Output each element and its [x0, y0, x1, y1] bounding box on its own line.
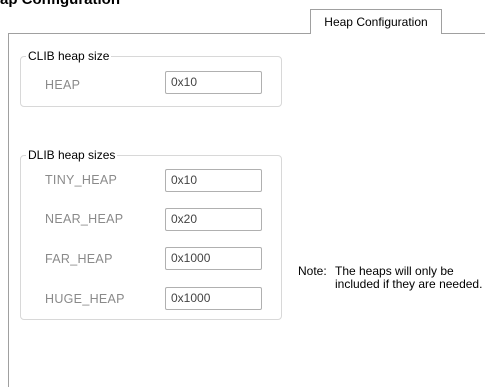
- far-heap-label: FAR_HEAP: [45, 252, 113, 266]
- note-text: The heaps will only be included if they …: [335, 264, 483, 291]
- huge-heap-input[interactable]: 0x1000: [165, 287, 262, 310]
- far-heap-input[interactable]: 0x1000: [165, 247, 262, 270]
- clib-group-title: CLIB heap size: [26, 49, 112, 63]
- tab-heap-configuration[interactable]: Heap Configuration: [310, 9, 442, 33]
- heap-label: HEAP: [45, 78, 81, 92]
- dlib-group-title: DLIB heap sizes: [26, 148, 118, 162]
- near-heap-input[interactable]: 0x20: [165, 208, 262, 231]
- heap-input[interactable]: 0x10: [165, 71, 262, 94]
- tab-label: Heap Configuration: [324, 14, 428, 29]
- tiny-heap-label: TINY_HEAP: [45, 173, 118, 187]
- partial-heading: ap Configuration: [0, 0, 120, 8]
- note-prefix: Note:: [298, 264, 327, 278]
- huge-heap-label: HUGE_HEAP: [45, 292, 125, 306]
- tab-join: [311, 33, 441, 34]
- near-heap-label: NEAR_HEAP: [45, 212, 124, 226]
- tiny-heap-input[interactable]: 0x10: [165, 169, 262, 192]
